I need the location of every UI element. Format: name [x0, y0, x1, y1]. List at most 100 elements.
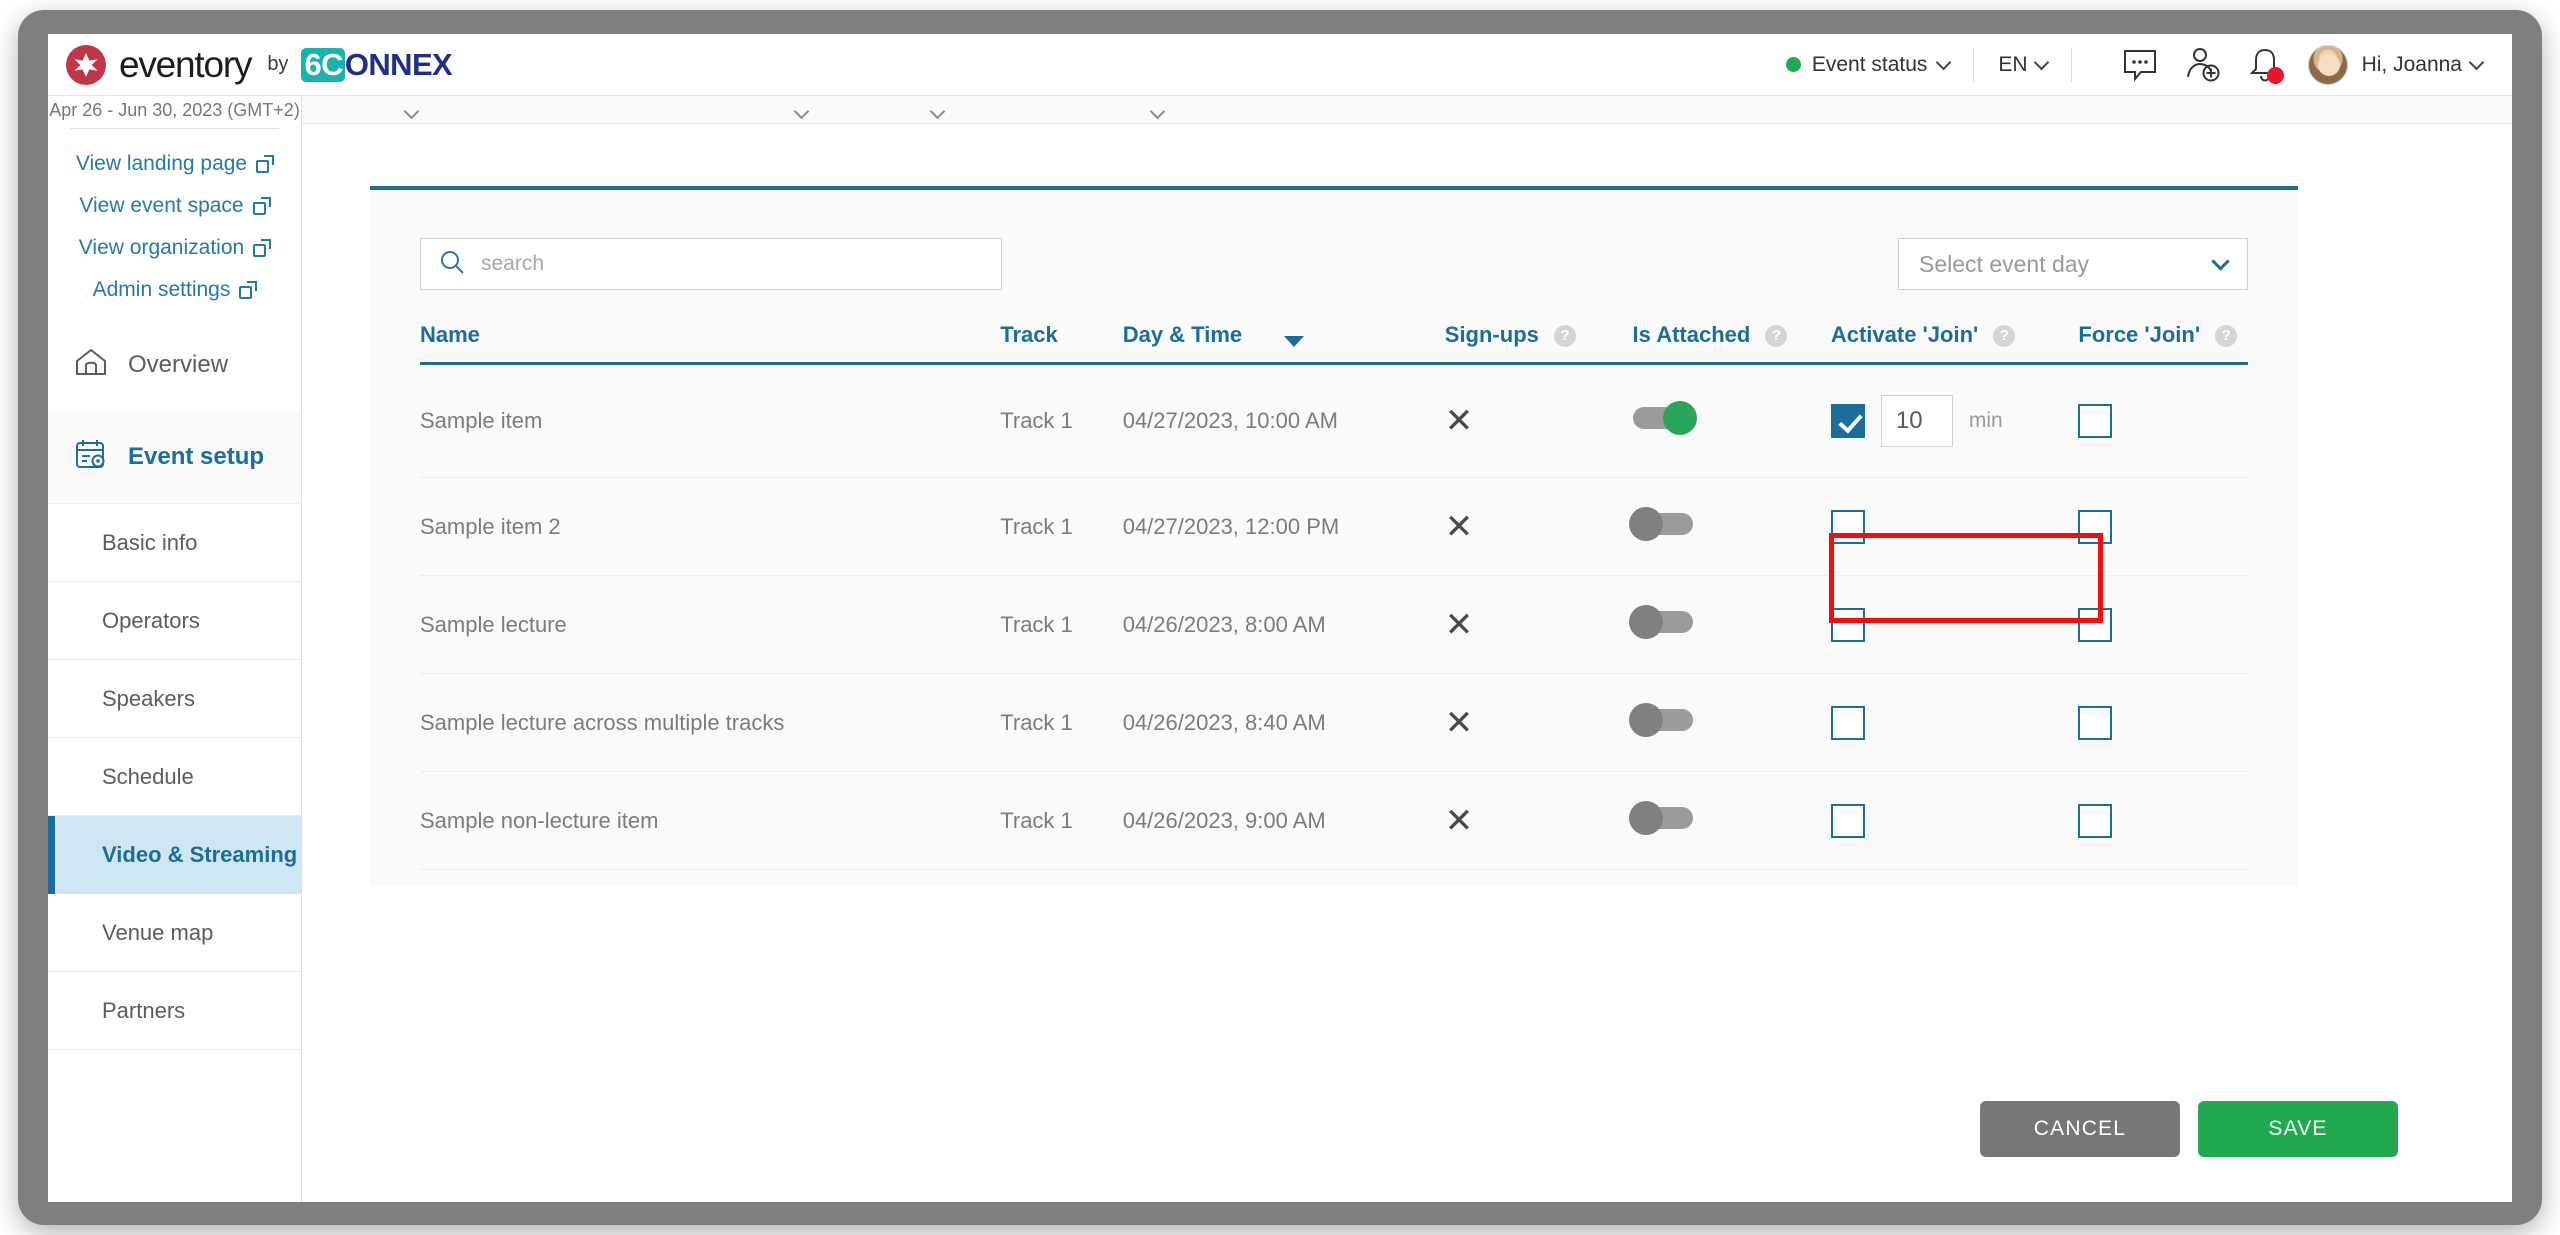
force-join-checkbox[interactable] [2078, 509, 2113, 544]
table-row[interactable]: Sample item Track 1 04/27/2023, 10:00 AM… [420, 363, 2248, 478]
search-input[interactable]: search [420, 238, 1002, 290]
cross-icon: ✕ [1444, 605, 1474, 644]
cancel-button[interactable]: CANCEL [1980, 1101, 2180, 1157]
cell-force-join[interactable] [2078, 363, 2248, 478]
column-header-sign-ups[interactable]: Sign-ups ? [1445, 322, 1633, 364]
sidebar-item-overview[interactable]: Overview [48, 319, 301, 411]
activate-join-checkbox[interactable] [1830, 803, 1865, 838]
cell-name: Sample item [420, 363, 1001, 478]
sidebar-link-view-landing-page[interactable]: View landing page [48, 143, 301, 185]
bell-icon[interactable] [2248, 47, 2284, 84]
help-icon[interactable]: ? [1993, 325, 2016, 347]
activate-join-group: 10 min [1830, 395, 2079, 447]
save-button[interactable]: SAVE [2198, 1101, 2398, 1157]
cell-is-attached[interactable] [1628, 673, 1831, 772]
partner-logo-text: ONNEX [344, 47, 453, 82]
search-icon [439, 249, 465, 280]
column-label: Track [1000, 322, 1058, 347]
cell-name: Sample non-lecture item [420, 771, 1001, 870]
cross-icon: ✕ [1444, 801, 1474, 840]
help-icon[interactable]: ? [2215, 325, 2238, 347]
cell-activate-join[interactable] [1830, 771, 2079, 870]
chevron-down-icon[interactable] [406, 106, 419, 114]
is-attached-toggle[interactable] [1632, 401, 1697, 435]
external-link-label: View event space [79, 194, 244, 217]
sidebar-item-schedule[interactable]: Schedule [48, 738, 301, 816]
sidebar-item-label: Overview [128, 351, 229, 378]
cell-is-attached[interactable] [1628, 477, 1831, 576]
column-header-is-attached[interactable]: Is Attached ? [1633, 322, 1831, 364]
cell-force-join[interactable] [2078, 575, 2248, 674]
help-icon[interactable]: ? [1765, 325, 1788, 347]
cell-is-attached[interactable] [1628, 575, 1831, 674]
sidebar-item-video-and-streaming[interactable]: Video & Streaming [48, 816, 301, 894]
sidebar-item-label: Venue map [102, 919, 214, 945]
sidebar-item-partners[interactable]: Partners [48, 972, 301, 1050]
sidebar-item-event-setup[interactable]: Event setup [48, 411, 301, 503]
column-label: Sign-ups [1444, 322, 1539, 347]
cell-is-attached[interactable] [1628, 771, 1831, 870]
column-label: Is Attached [1632, 322, 1751, 347]
event-status-dropdown[interactable]: Event status [1785, 53, 1952, 77]
chevron-down-icon[interactable] [1152, 106, 1165, 114]
column-header-track[interactable]: Track [1000, 322, 1122, 364]
column-header-force-join[interactable]: Force 'Join' ? [2078, 322, 2248, 364]
cell-activate-join[interactable] [1830, 673, 2079, 772]
is-attached-toggle[interactable] [1628, 506, 1693, 541]
brand-logo[interactable]: eventory by 6C ONNEX [66, 43, 453, 86]
column-header-name[interactable]: Name [420, 322, 1000, 364]
brand-name: eventory [119, 43, 253, 85]
cell-force-join[interactable] [2078, 673, 2248, 772]
cell-activate-join[interactable]: 10 min [1830, 363, 2079, 478]
cell-force-join[interactable] [2078, 477, 2248, 576]
sidebar-item-operators[interactable]: Operators [48, 582, 301, 660]
cell-day-time: 04/27/2023, 12:00 PM [1122, 477, 1445, 576]
join-minutes-input[interactable]: 10 [1880, 395, 1953, 447]
external-link-icon [252, 196, 271, 215]
activate-join-checkbox[interactable] [1830, 705, 1865, 740]
is-attached-toggle[interactable] [1628, 800, 1693, 835]
chevron-down-icon [2211, 251, 2230, 271]
table-row[interactable]: Sample non-lecture item Track 1 04/26/20… [420, 771, 2248, 870]
cell-activate-join[interactable] [1830, 477, 2079, 576]
external-link-icon [253, 238, 272, 257]
cell-force-join[interactable] [2078, 771, 2248, 870]
toggle-knob [1628, 506, 1663, 541]
force-join-checkbox[interactable] [2078, 607, 2113, 642]
table-row[interactable]: Sample item 2 Track 1 04/27/2023, 12:00 … [420, 477, 2248, 576]
add-people-icon[interactable] [2184, 47, 2222, 83]
external-link-icon [256, 154, 275, 173]
partner-logo: 6C ONNEX [301, 47, 453, 82]
column-header-day-time[interactable]: Day & Time [1123, 322, 1445, 364]
screen: eventory by 6C ONNEX Event status EN Hi,… [48, 34, 2512, 1202]
activate-join-checkbox[interactable] [1830, 404, 1865, 438]
user-menu[interactable]: Hi, Joanna [2362, 53, 2485, 77]
sidebar-link-view-event-space[interactable]: View event space [48, 185, 301, 227]
table-row[interactable]: Sample lecture Track 1 04/26/2023, 8:00 … [420, 575, 2248, 674]
activate-join-checkbox[interactable] [1830, 509, 1865, 544]
force-join-checkbox[interactable] [2078, 803, 2113, 838]
is-attached-toggle[interactable] [1628, 604, 1693, 639]
sidebar-item-speakers[interactable]: Speakers [48, 660, 301, 738]
chevron-down-icon[interactable] [932, 106, 945, 114]
help-icon[interactable]: ? [1554, 325, 1576, 347]
event-day-select[interactable]: Select event day [1898, 238, 2248, 290]
sidebar-item-basic-info[interactable]: Basic info [48, 504, 301, 582]
sidebar-link-admin-settings[interactable]: Admin settings [48, 269, 301, 311]
cell-name: Sample item 2 [420, 477, 1001, 576]
sidebar-link-view-organization[interactable]: View organization [48, 227, 301, 269]
activate-join-checkbox[interactable] [1830, 607, 1865, 642]
partner-logo-badge: 6C [301, 47, 345, 82]
force-join-checkbox[interactable] [2078, 404, 2113, 438]
language-selector[interactable]: EN [1998, 53, 2049, 77]
cell-activate-join[interactable] [1830, 575, 2079, 674]
force-join-checkbox[interactable] [2078, 705, 2113, 740]
column-header-activate-join[interactable]: Activate 'Join' ? [1831, 322, 2079, 364]
avatar[interactable] [2307, 44, 2348, 85]
cell-is-attached[interactable] [1632, 363, 1831, 478]
sidebar-item-venue-map[interactable]: Venue map [48, 894, 301, 972]
chat-bubble-icon[interactable] [2122, 48, 2158, 82]
chevron-down-icon[interactable] [796, 106, 809, 114]
table-row[interactable]: Sample lecture across multiple tracks Tr… [420, 673, 2248, 772]
is-attached-toggle[interactable] [1628, 702, 1693, 737]
